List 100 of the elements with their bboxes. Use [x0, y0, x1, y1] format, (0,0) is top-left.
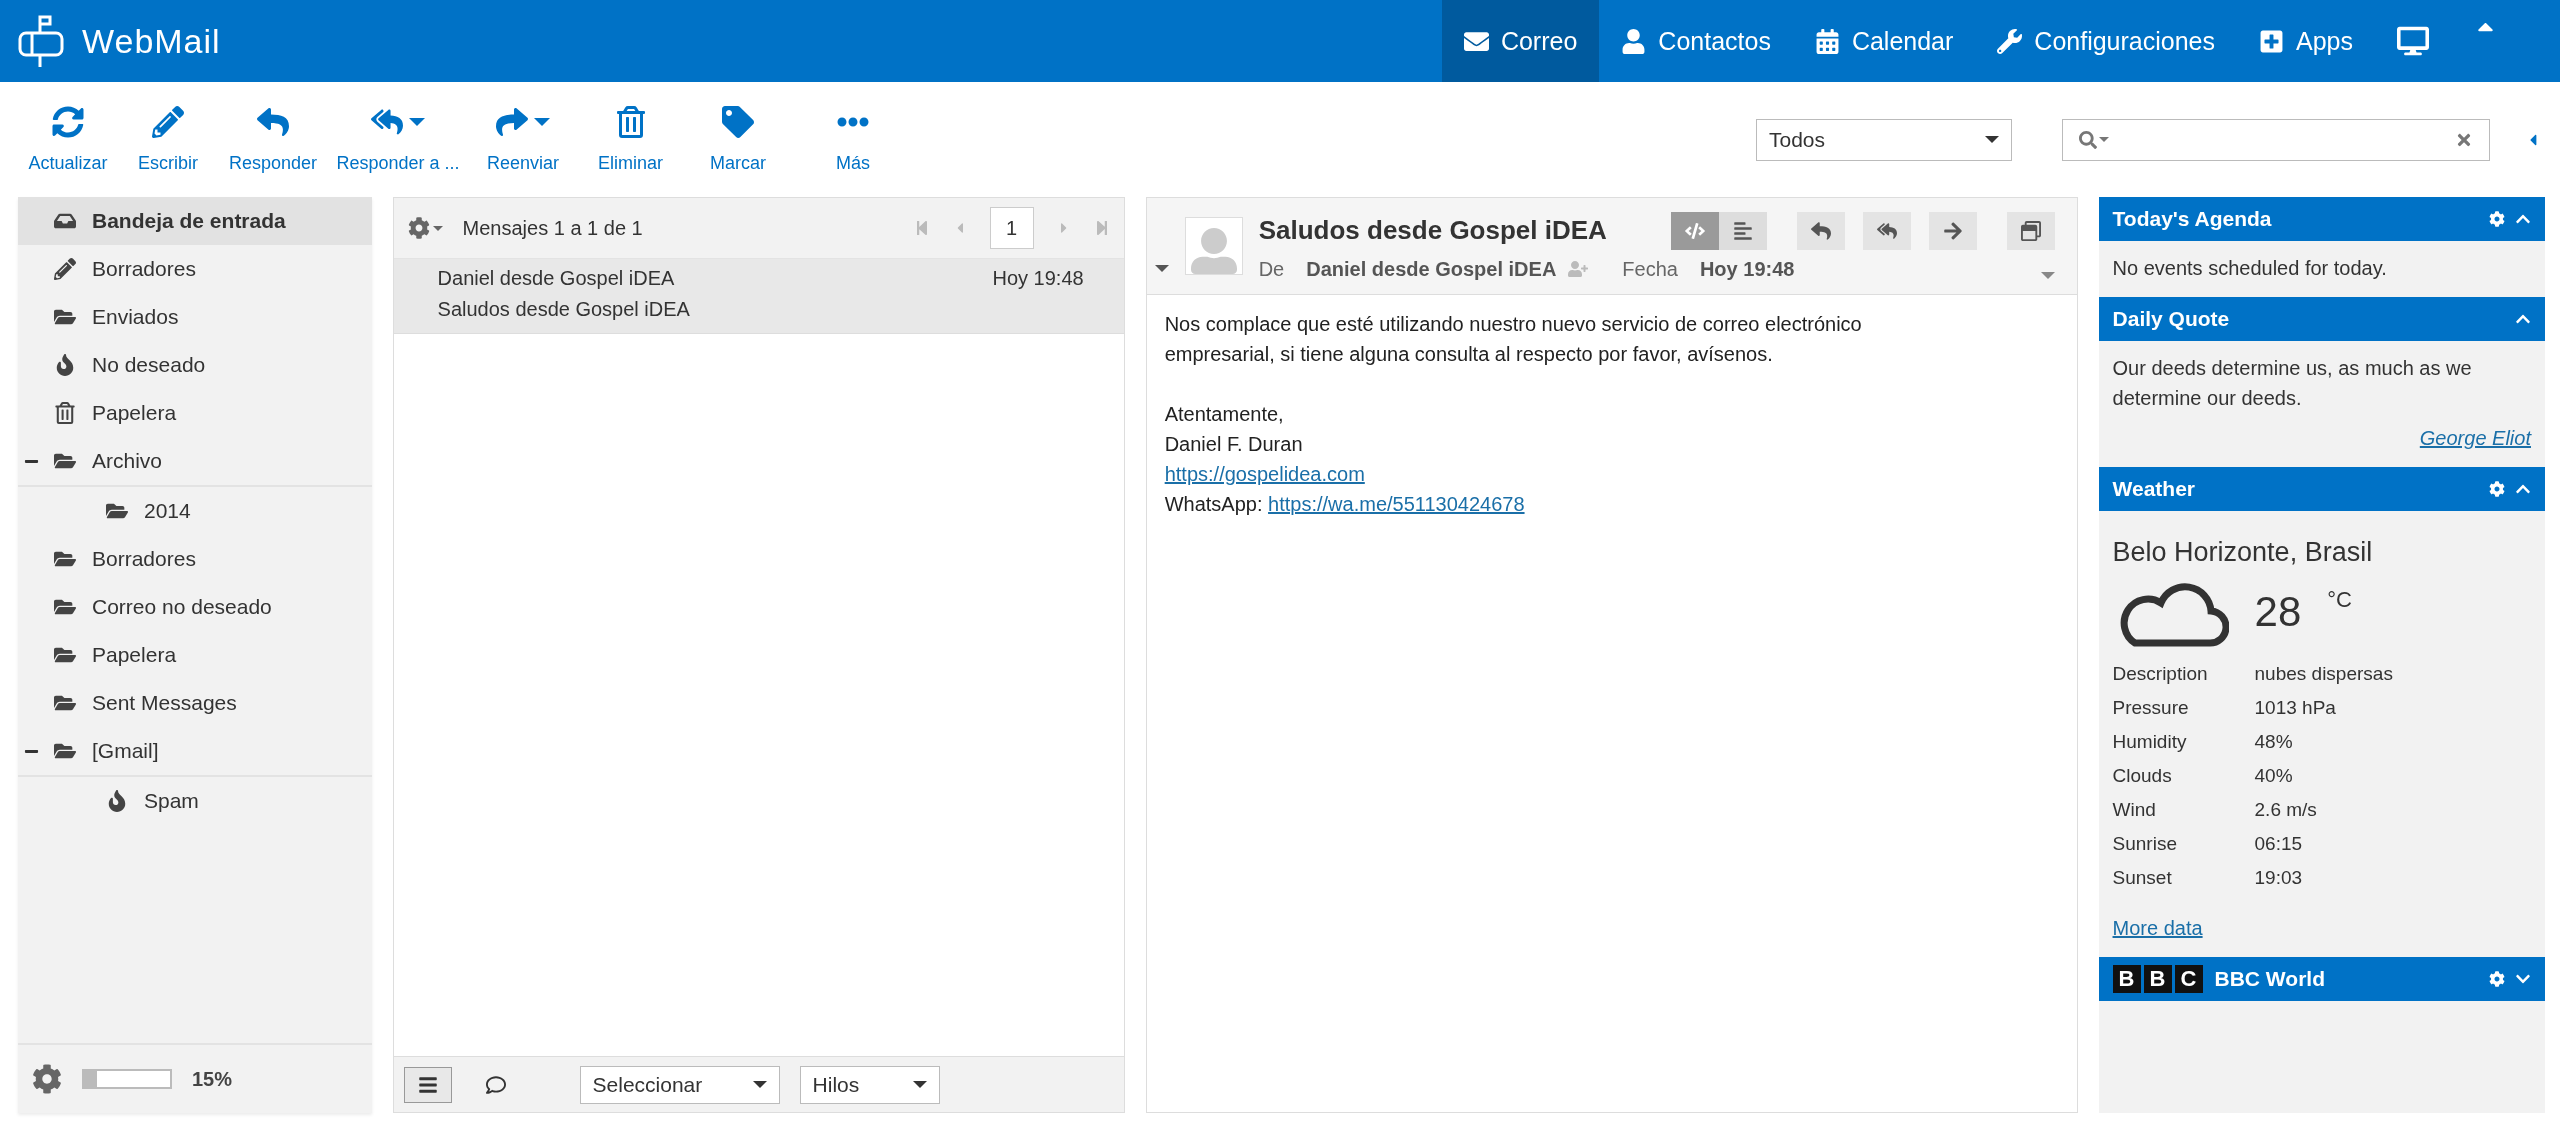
agenda-text: No events scheduled for today.: [2111, 256, 2388, 281]
reply-button[interactable]: [1796, 211, 1845, 250]
toolbar-button[interactable]: Eliminar: [578, 105, 683, 174]
toolbar-button[interactable]: Responder a ...: [328, 105, 468, 174]
reply-icon: [1810, 220, 1831, 241]
whatsapp-link[interactable]: https://wa.me/551130424678: [1268, 493, 1525, 515]
logo-letter: B: [2143, 965, 2172, 993]
message-row[interactable]: Daniel desde Gospel iDEA Hoy 19:48 Saludos desde Gospel iDEA: [393, 259, 1124, 334]
select-dropdown[interactable]: Seleccionar: [579, 1065, 780, 1104]
widget-title: BBC World: [2214, 967, 2326, 991]
sender-name[interactable]: Daniel desde Gospel iDEA: [1306, 257, 1557, 281]
folder-item[interactable]: Archivo: [18, 437, 372, 487]
tag-icon: [722, 106, 754, 138]
weather-label: Sunrise: [2112, 832, 2178, 856]
caret-icon: [1985, 136, 1999, 143]
text-lines-icon: [1732, 220, 1753, 241]
date-label: Fecha: [1622, 257, 1678, 281]
pencil-icon: [54, 258, 76, 280]
calendar-icon: [1814, 28, 1840, 54]
toolbar-button[interactable]: Marcar: [683, 105, 793, 174]
message-count: Mensajes 1 a 1 de 1: [462, 216, 643, 240]
forward-icon: [496, 106, 528, 138]
settings-icon[interactable]: [2489, 971, 2505, 987]
caret-icon: [752, 1081, 767, 1088]
flame-icon: [106, 790, 128, 812]
nav-tab[interactable]: Contactos: [1599, 0, 1793, 82]
whatsapp-label: WhatsApp:: [1164, 493, 1263, 515]
folder-item[interactable]: Bandeja de entrada: [18, 197, 372, 245]
folder-item[interactable]: No deseado: [18, 341, 372, 389]
folder-item[interactable]: Correo no deseado: [18, 583, 372, 631]
logo-letter: C: [2174, 965, 2203, 993]
flame-icon: [54, 354, 76, 376]
logo-text: WebMail: [82, 21, 221, 61]
folder-item[interactable]: 2014: [18, 487, 372, 535]
search-icon: [2079, 130, 2097, 149]
weather-value: 48%: [2254, 730, 2294, 754]
toolbar-button[interactable]: Actualizar: [18, 105, 118, 174]
website-link[interactable]: https://gospelidea.com: [1164, 463, 1365, 485]
weather-value: nubes dispersas: [2254, 662, 2394, 686]
person-icon: [1621, 28, 1647, 54]
weather-city: Belo Horizonte, Brasil: [2112, 537, 2374, 567]
page-field[interactable]: 1: [989, 207, 1034, 249]
message-subject: Saludos desde Gospel iDEA: [437, 298, 691, 321]
folder-item[interactable]: Sent Messages: [18, 679, 372, 727]
caret-icon: [2099, 137, 2109, 142]
search-field[interactable]: [2062, 118, 2490, 161]
weather-label: Wind: [2112, 798, 2157, 822]
temperature-unit: °C: [2327, 586, 2352, 614]
nav-tab[interactable]: Configuraciones: [1975, 0, 2237, 82]
widget-title: Today's Agenda: [2112, 207, 2273, 231]
threads-dropdown[interactable]: Hilos: [799, 1065, 940, 1104]
forward-button[interactable]: [1928, 211, 1977, 250]
settings-icon[interactable]: [2489, 481, 2505, 497]
folder-item[interactable]: [Gmail]: [18, 727, 372, 777]
message-title: Saludos desde Gospel iDEA: [1258, 215, 1607, 246]
trash-icon: [614, 106, 647, 138]
caret-icon[interactable]: [1154, 265, 1169, 272]
refresh-icon: [52, 106, 84, 138]
person-silhouette-icon: [1190, 228, 1237, 274]
weather-label: Clouds: [2112, 764, 2173, 788]
plus-icon: [2259, 28, 2284, 54]
pencil-icon: [152, 106, 184, 138]
more-data-link[interactable]: More data: [2112, 913, 2203, 943]
weather-label: Pressure: [2112, 696, 2190, 720]
folder-item[interactable]: Spam: [18, 777, 372, 825]
widget-title: Daily Quote: [2112, 307, 2231, 331]
folder-item[interactable]: Papelera: [18, 631, 372, 679]
open-window-button[interactable]: [2006, 211, 2055, 250]
list-view-button[interactable]: [403, 1066, 452, 1103]
monitor-icon[interactable]: [2397, 25, 2429, 57]
settings-icon[interactable]: [2489, 211, 2505, 227]
toolbar-button[interactable]: Más: [793, 105, 913, 174]
folder-item[interactable]: Enviados: [18, 293, 372, 341]
signature-line: Daniel F. Duran: [1164, 432, 1304, 457]
menu-icon: [417, 1074, 438, 1095]
windows-icon: [2020, 220, 2041, 241]
wrench-icon: [1997, 28, 2023, 54]
toolbar-button[interactable]: Responder: [218, 105, 328, 174]
folder-item[interactable]: Borradores: [18, 535, 372, 583]
nav-tab[interactable]: Correo: [1441, 0, 1600, 82]
caret-icon[interactable]: [2040, 271, 2055, 279]
settings-icon[interactable]: [407, 217, 430, 239]
toolbar-button[interactable]: Escribir: [118, 105, 218, 174]
weather-label: Humidity: [2112, 730, 2188, 754]
quote-author-link[interactable]: George Eliot: [2112, 423, 2531, 453]
logo-letter: B: [2112, 965, 2141, 993]
reply-all-button[interactable]: [1862, 211, 1911, 250]
folder-item[interactable]: Borradores: [18, 245, 372, 293]
nav-tab[interactable]: Calendar: [1792, 0, 1976, 82]
folder-item[interactable]: Papelera: [18, 389, 372, 437]
filter-select[interactable]: Todos: [1756, 118, 2012, 161]
settings-icon[interactable]: [32, 1064, 62, 1094]
caret-icon: [912, 1081, 927, 1088]
toolbar-button[interactable]: Reenviar: [468, 105, 578, 174]
from-label: De: [1258, 257, 1285, 281]
nav-tab[interactable]: Apps: [2237, 0, 2375, 82]
weather-value: 19:03: [2254, 866, 2304, 890]
trash-icon: [54, 402, 76, 424]
weather-value: 1013 hPa: [2254, 696, 2337, 720]
plain-view-button[interactable]: [1718, 211, 1767, 250]
